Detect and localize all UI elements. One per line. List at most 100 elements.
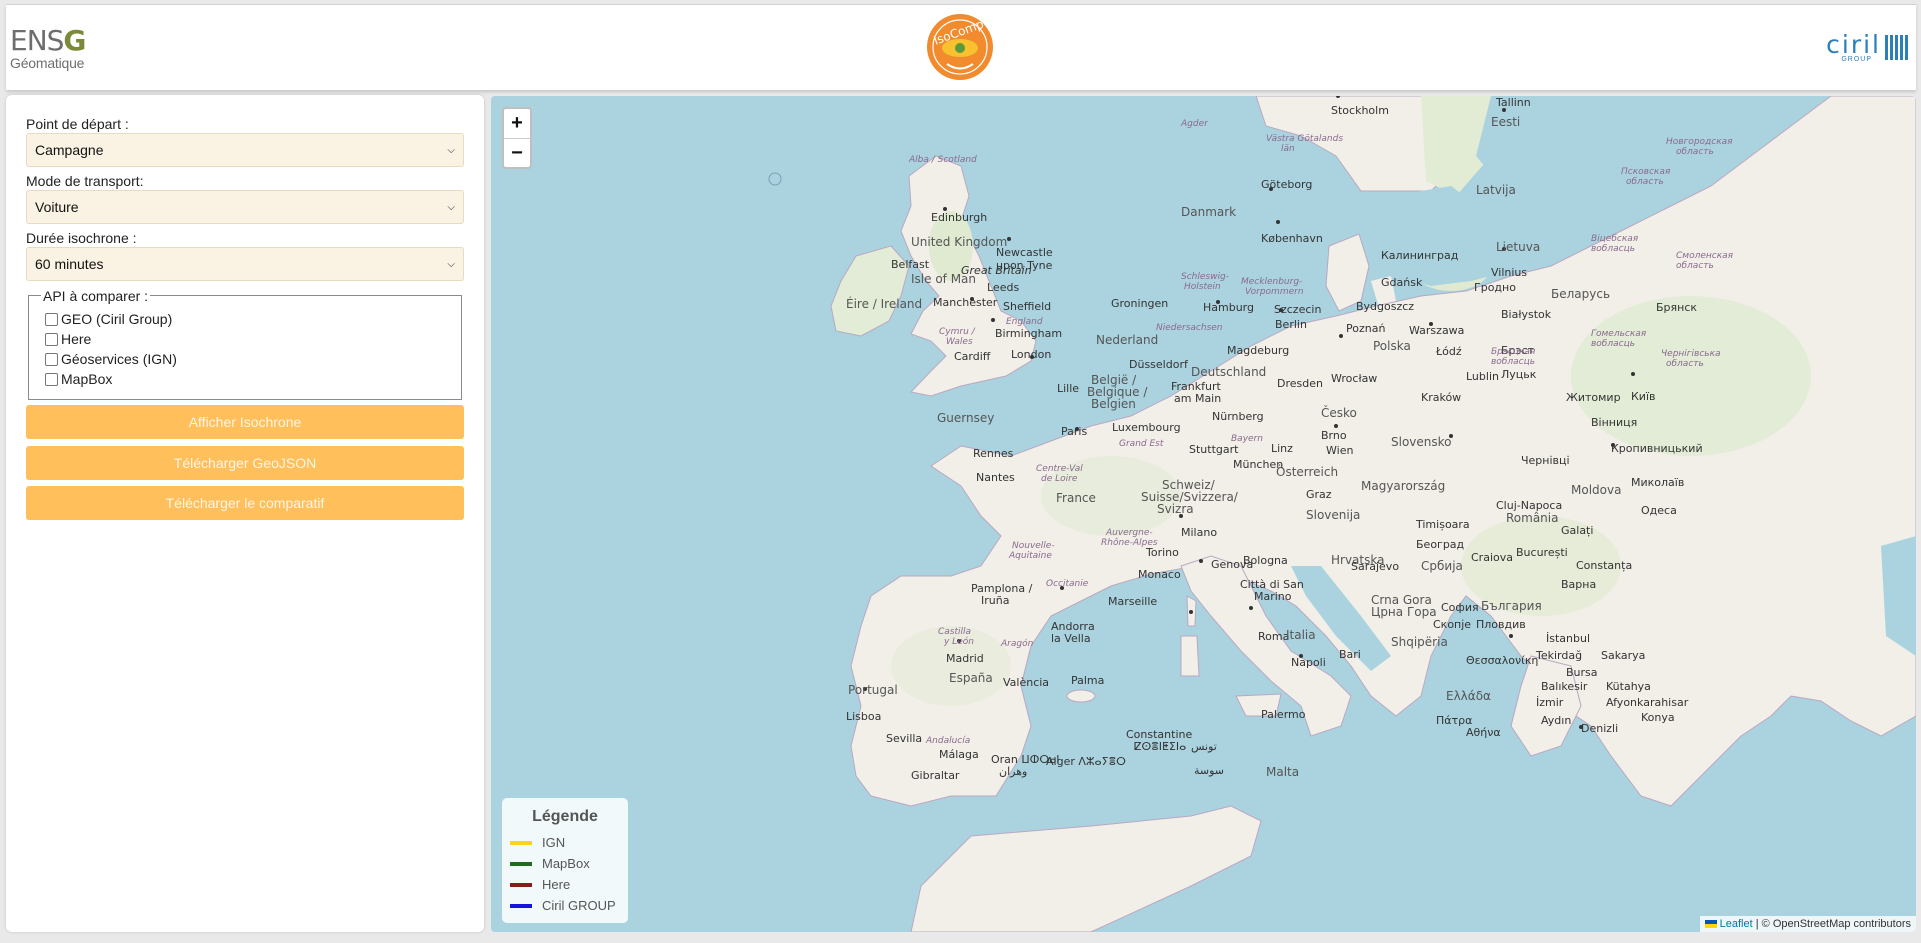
svg-text:Newcastle: Newcastle: [996, 246, 1053, 259]
duration-select[interactable]: 60 minutes ⌵: [26, 247, 464, 281]
svg-text:Wrocław: Wrocław: [1331, 372, 1377, 385]
svg-text:Wien: Wien: [1326, 444, 1353, 457]
svg-text:am Main: am Main: [1174, 392, 1221, 405]
svg-text:Dresden: Dresden: [1277, 377, 1323, 390]
checkbox[interactable]: [45, 332, 58, 346]
svg-text:Deutschland: Deutschland: [1191, 365, 1266, 379]
ukraine-flag-icon: [1704, 920, 1717, 928]
isocomp-logo[interactable]: IsoComp: [925, 11, 995, 83]
api-option-here[interactable]: Here: [45, 331, 91, 347]
svg-text:England: England: [1006, 317, 1043, 327]
map[interactable]: Stockholm Tallinn Eesti Agder Västra Göt…: [491, 96, 1916, 932]
svg-text:Αθήνα: Αθήνα: [1466, 726, 1501, 739]
svg-text:United Kingdom: United Kingdom: [911, 235, 1007, 249]
svg-text:Holstein: Holstein: [1184, 282, 1221, 292]
svg-text:Isle of Man: Isle of Man: [911, 272, 976, 286]
svg-text:Црна Гора: Црна Гора: [1371, 605, 1437, 619]
api-option-label: Géoservices (IGN): [61, 351, 177, 367]
api-compare-legend: API à comparer :: [41, 288, 151, 304]
svg-text:København: København: [1261, 232, 1323, 245]
ciril-logo[interactable]: ciril GROUP: [1826, 32, 1908, 63]
map-legend: Légende IGN MapBox Here Ciril GROUP: [502, 798, 628, 923]
zoom-in-button[interactable]: +: [504, 109, 530, 139]
legend-item-ciril: Ciril GROUP: [510, 898, 616, 913]
svg-text:Berlin: Berlin: [1275, 318, 1307, 331]
svg-text:London: London: [1011, 348, 1051, 361]
svg-text:Slovenija: Slovenija: [1306, 508, 1360, 522]
svg-text:Bari: Bari: [1339, 648, 1361, 661]
svg-text:Кропивницький: Кропивницький: [1611, 442, 1703, 455]
svg-text:Groningen: Groningen: [1111, 297, 1168, 310]
svg-text:Nouvelle-: Nouvelle-: [1012, 541, 1055, 551]
ensg-logo[interactable]: ENSG Géomatique: [10, 27, 86, 71]
svg-text:Луцьк: Луцьк: [1501, 368, 1537, 381]
svg-text:la Vella: la Vella: [1051, 632, 1091, 645]
svg-text:Tekirdağ: Tekirdağ: [1535, 649, 1582, 662]
svg-text:Torino: Torino: [1145, 546, 1179, 559]
svg-text:Беларусь: Беларусь: [1551, 287, 1610, 301]
svg-text:Калининград: Калининград: [1381, 249, 1459, 262]
svg-text:Schleswig-: Schleswig-: [1181, 272, 1229, 282]
ciril-logo-bars: [1885, 35, 1908, 60]
map-legend-title: Légende: [532, 808, 598, 825]
svg-text:Moldova: Moldova: [1571, 483, 1621, 497]
svg-text:Slovensko: Slovensko: [1391, 435, 1452, 449]
svg-text:Afyonkarahisar: Afyonkarahisar: [1606, 696, 1689, 709]
show-isochrone-button[interactable]: Afficher Isochrone: [26, 405, 464, 439]
chevron-down-icon: ⌵: [447, 258, 455, 270]
api-option-ign[interactable]: Géoservices (IGN): [45, 351, 177, 367]
svg-text:Birmingham: Birmingham: [995, 327, 1062, 340]
checkbox[interactable]: [45, 352, 58, 366]
osm-link[interactable]: OpenStreetMap contributors: [1773, 918, 1911, 930]
svg-text:Eesti: Eesti: [1491, 115, 1520, 129]
svg-text:Danmark: Danmark: [1181, 205, 1236, 219]
api-option-mapbox[interactable]: MapBox: [45, 371, 112, 387]
svg-text:Shqipëria: Shqipëria: [1391, 635, 1448, 649]
svg-text:Aquitaine: Aquitaine: [1008, 551, 1052, 561]
leaflet-link[interactable]: Leaflet: [1720, 918, 1753, 930]
svg-text:València: València: [1003, 676, 1049, 689]
download-geojson-button[interactable]: Télécharger GeoJSON: [26, 446, 464, 480]
svg-text:Пловдив: Пловдив: [1476, 618, 1526, 631]
svg-text:Cymru /: Cymru /: [939, 327, 976, 337]
api-option-label: GEO (Ciril Group): [61, 311, 173, 327]
svg-text:Konya: Konya: [1641, 711, 1675, 724]
svg-text:Roma: Roma: [1258, 630, 1289, 643]
svg-text:вобласць: вобласць: [1491, 357, 1535, 367]
svg-text:y León: y León: [943, 636, 974, 647]
svg-text:Псковская: Псковская: [1621, 167, 1671, 177]
svg-text:Magyarország: Magyarország: [1361, 479, 1445, 493]
svg-text:Milano: Milano: [1181, 526, 1217, 539]
svg-text:سوسة: سوسة: [1194, 764, 1224, 777]
download-comparison-button[interactable]: Télécharger le comparatif: [26, 486, 464, 520]
api-option-label: Here: [61, 331, 92, 347]
legend-item-mapbox: MapBox: [510, 856, 590, 871]
svg-text:Västra Götalands: Västra Götalands: [1266, 134, 1343, 144]
checkbox[interactable]: [45, 312, 58, 326]
map-attribution: Leaflet | © OpenStreetMap contributors: [1699, 916, 1916, 932]
start-point-select[interactable]: Campagne ⌵: [26, 133, 464, 167]
start-point-label: Point de départ :: [26, 116, 129, 132]
svg-text:Brno: Brno: [1321, 429, 1347, 442]
transport-mode-select[interactable]: Voiture ⌵: [26, 190, 464, 224]
svg-text:Cardiff: Cardiff: [954, 350, 991, 363]
svg-text:Sarajevo: Sarajevo: [1351, 560, 1399, 573]
checkbox[interactable]: [45, 372, 58, 386]
svg-text:Balıkesir: Balıkesir: [1541, 680, 1588, 693]
zoom-out-button[interactable]: −: [504, 139, 530, 168]
svg-text:Смоленская: Смоленская: [1676, 251, 1734, 261]
svg-text:Marino: Marino: [1254, 590, 1292, 603]
svg-text:İzmir: İzmir: [1536, 696, 1564, 709]
svg-text:Србија: Србија: [1421, 559, 1463, 573]
svg-text:Nürnberg: Nürnberg: [1212, 410, 1264, 423]
svg-text:Stockholm: Stockholm: [1331, 104, 1389, 117]
svg-text:Aydın: Aydın: [1541, 714, 1571, 727]
legend-swatch: [510, 903, 532, 908]
svg-text:München: München: [1233, 458, 1283, 471]
svg-text:Göteborg: Göteborg: [1261, 178, 1312, 191]
svg-text:Polska: Polska: [1373, 339, 1411, 353]
svg-text:Auvergne-: Auvergne-: [1105, 528, 1153, 538]
ensg-logo-subtitle: Géomatique: [10, 55, 85, 71]
api-option-geo[interactable]: GEO (Ciril Group): [45, 311, 172, 327]
svg-text:Agder: Agder: [1180, 119, 1209, 129]
